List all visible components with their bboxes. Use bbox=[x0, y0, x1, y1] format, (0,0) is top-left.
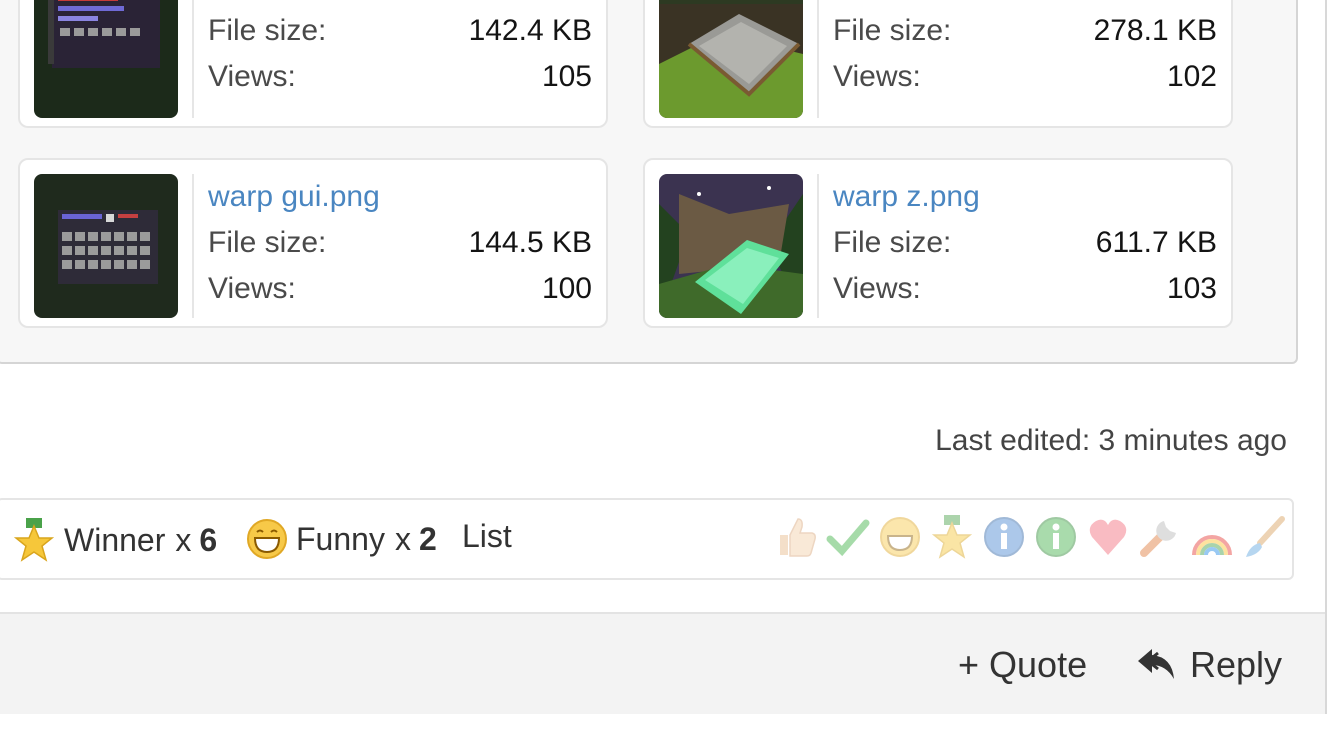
quote-button[interactable]: + Quote bbox=[958, 644, 1087, 686]
attachment-thumbnail[interactable] bbox=[34, 0, 178, 118]
funny-smiley-icon bbox=[246, 518, 288, 560]
attachment-filename-link[interactable]: warp z.png bbox=[833, 180, 980, 214]
creative-rainbow-icon[interactable] bbox=[1190, 515, 1234, 564]
views-label: Views: bbox=[208, 60, 296, 93]
artistic-brush-icon[interactable] bbox=[1242, 515, 1286, 564]
views-label: Views: bbox=[208, 272, 296, 305]
file-size-value: 142.4 KB bbox=[468, 14, 592, 47]
winner-medal-icon bbox=[12, 518, 56, 562]
reactions-bar: Winner x 6 Funny x 2 List bbox=[0, 498, 1294, 580]
views-label: Views: bbox=[833, 60, 921, 93]
file-size-label: File size: bbox=[833, 226, 952, 259]
attachment-item[interactable]: warp z.png File size: 611.7 KB Views: 10… bbox=[643, 158, 1233, 328]
attachment-item[interactable]: warp gui.png File size: 144.5 KB Views: … bbox=[18, 158, 608, 328]
agree-check-icon[interactable] bbox=[826, 515, 870, 564]
views-value: 103 bbox=[1166, 272, 1217, 305]
last-edited-text: Last edited: 3 minutes ago bbox=[935, 424, 1287, 457]
useful-icon[interactable] bbox=[1034, 515, 1078, 564]
reply-arrow-icon bbox=[1136, 645, 1178, 685]
attachment-thumbnail[interactable] bbox=[659, 0, 803, 118]
attachment-item[interactable]: File size: 278.1 KB Views: 102 bbox=[643, 0, 1233, 128]
reaction-summary-winner[interactable]: Winner x 6 bbox=[12, 518, 217, 562]
attachments-section: File size: 142.4 KB Views: 105 File size… bbox=[0, 0, 1298, 364]
like-thumb-icon[interactable] bbox=[774, 515, 818, 564]
post-container: File size: 142.4 KB Views: 105 File size… bbox=[0, 0, 1327, 714]
attachment-item[interactable]: File size: 142.4 KB Views: 105 bbox=[18, 0, 608, 128]
file-size-label: File size: bbox=[208, 226, 327, 259]
post-footer: + Quote Reply bbox=[0, 612, 1325, 714]
attachment-filename-link[interactable]: warp gui.png bbox=[208, 180, 380, 214]
reactions-list-link[interactable]: List bbox=[462, 518, 512, 555]
file-size-value: 278.1 KB bbox=[1093, 14, 1217, 47]
views-value: 100 bbox=[541, 272, 592, 305]
winner-medal-icon[interactable] bbox=[930, 514, 974, 564]
attachment-thumbnail[interactable] bbox=[34, 174, 178, 318]
file-size-label: File size: bbox=[833, 14, 952, 47]
love-heart-icon[interactable] bbox=[1086, 515, 1130, 564]
file-size-value: 144.5 KB bbox=[468, 226, 592, 259]
file-size-value: 611.7 KB bbox=[1095, 226, 1217, 259]
reaction-summary-funny[interactable]: Funny x 2 bbox=[246, 518, 437, 560]
informative-icon[interactable] bbox=[982, 515, 1026, 564]
views-value: 105 bbox=[541, 60, 592, 93]
views-label: Views: bbox=[833, 272, 921, 305]
file-size-label: File size: bbox=[208, 14, 327, 47]
views-value: 102 bbox=[1166, 60, 1217, 93]
funny-smiley-icon[interactable] bbox=[878, 515, 922, 564]
reaction-options bbox=[774, 514, 1286, 564]
reply-button[interactable]: Reply bbox=[1136, 644, 1282, 686]
helpful-wrench-icon[interactable] bbox=[1138, 515, 1182, 564]
reply-label: Reply bbox=[1190, 644, 1283, 685]
attachment-thumbnail[interactable] bbox=[659, 174, 803, 318]
